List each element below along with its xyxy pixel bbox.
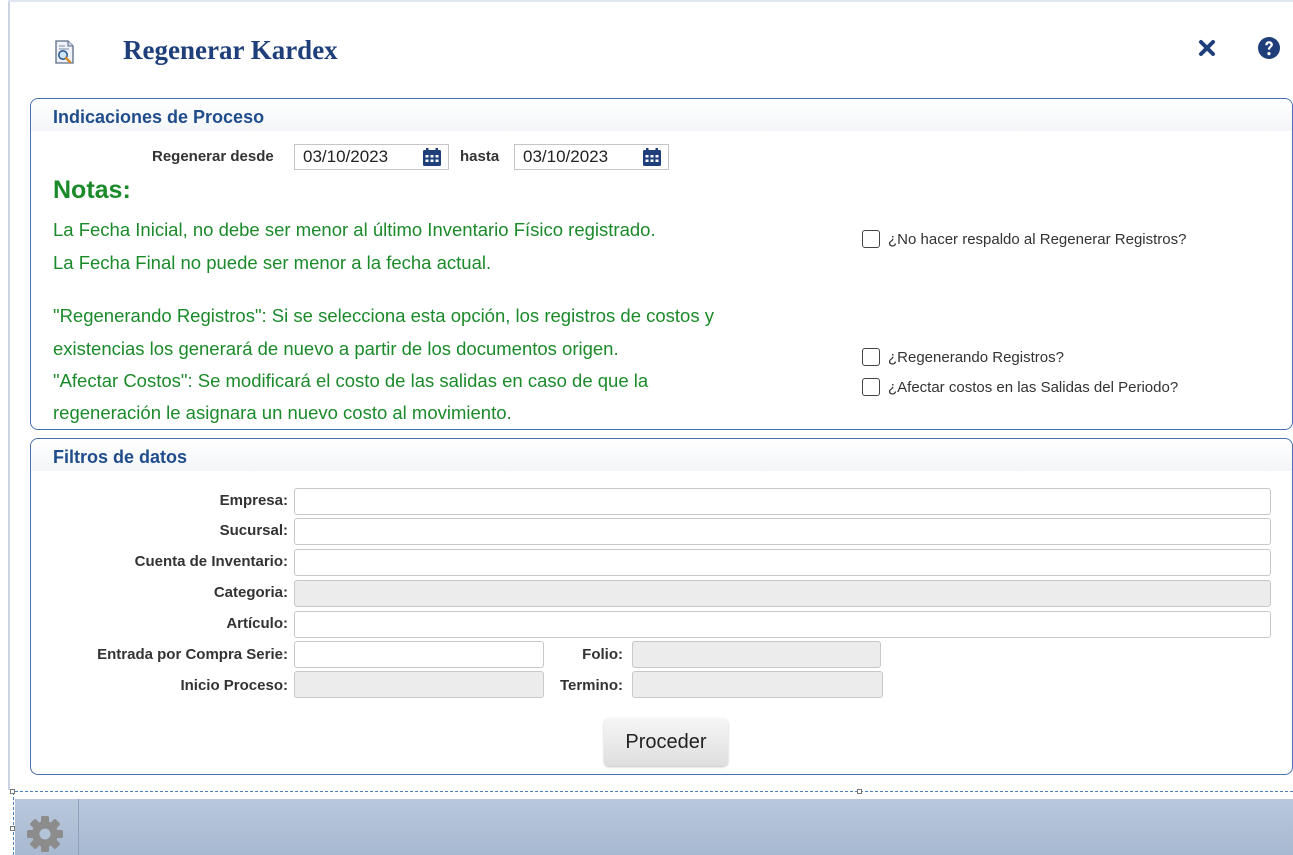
footer-divider bbox=[78, 799, 79, 855]
serie-label: Entrada por Compra Serie: bbox=[97, 646, 288, 663]
resize-handle[interactable] bbox=[857, 789, 862, 794]
note-line: regeneración le asignara un nuevo costo … bbox=[53, 402, 512, 423]
categoria-label: Categoria: bbox=[213, 584, 288, 601]
to-date-input[interactable] bbox=[523, 146, 633, 168]
cuenta-inventario-label: Cuenta de Inventario: bbox=[134, 553, 288, 570]
gear-icon[interactable] bbox=[25, 814, 65, 854]
empresa-field[interactable] bbox=[294, 488, 1271, 515]
option-affect-costs[interactable]: ¿Afectar costos en las Salidas del Perio… bbox=[862, 378, 1178, 396]
folio-input bbox=[633, 642, 880, 667]
calendar-icon[interactable] bbox=[422, 147, 442, 167]
sucursal-field[interactable] bbox=[294, 518, 1271, 545]
articulo-label: Artículo: bbox=[226, 615, 288, 632]
termino-field bbox=[632, 671, 883, 698]
selection-border bbox=[10, 791, 1293, 792]
serie-field[interactable] bbox=[294, 641, 544, 668]
affect-costs-label: ¿Afectar costos en las Salidas del Perio… bbox=[888, 378, 1179, 396]
termino-input bbox=[633, 672, 882, 697]
cuenta-inventario-field[interactable] bbox=[294, 549, 1271, 576]
empresa-input[interactable] bbox=[295, 489, 1270, 514]
calendar-icon[interactable] bbox=[642, 147, 662, 167]
no-backup-checkbox[interactable] bbox=[862, 230, 880, 248]
categoria-input bbox=[295, 581, 1270, 606]
note-line: La Fecha Inicial, no debe ser menor al ú… bbox=[53, 219, 656, 240]
help-icon[interactable] bbox=[1257, 36, 1281, 60]
categoria-field bbox=[294, 580, 1271, 607]
articulo-field[interactable] bbox=[294, 611, 1271, 638]
from-date-input[interactable] bbox=[303, 146, 413, 168]
regenerating-checkbox[interactable] bbox=[862, 348, 880, 366]
sucursal-input[interactable] bbox=[295, 519, 1270, 544]
inicio-proceso-field bbox=[294, 671, 544, 698]
footer-toolbar bbox=[15, 799, 1293, 855]
from-date-field[interactable] bbox=[294, 144, 449, 170]
note-line: La Fecha Final no puede ser menor a la f… bbox=[53, 252, 492, 273]
notes-heading: Notas: bbox=[53, 176, 131, 204]
no-backup-label: ¿No hacer respaldo al Regenerar Registro… bbox=[888, 230, 1187, 248]
report-search-icon bbox=[55, 40, 74, 64]
filters-panel-title: Filtros de datos bbox=[53, 447, 188, 467]
regenerating-label: ¿Regenerando Registros? bbox=[888, 348, 1064, 366]
sucursal-label: Sucursal: bbox=[219, 522, 288, 539]
option-regenerating[interactable]: ¿Regenerando Registros? bbox=[862, 348, 1064, 366]
inicio-proceso-label: Inicio Proceso: bbox=[180, 677, 288, 694]
inicio-proceso-input bbox=[295, 672, 543, 697]
note-line: "Afectar Costos": Se modificará el costo… bbox=[53, 370, 649, 391]
to-date-label: hasta bbox=[460, 148, 500, 165]
affect-costs-checkbox[interactable] bbox=[862, 378, 880, 396]
left-frame bbox=[0, 0, 10, 790]
selection-border-left bbox=[13, 792, 14, 855]
folio-label: Folio: bbox=[582, 646, 623, 663]
close-icon[interactable] bbox=[1197, 38, 1217, 58]
from-date-label: Regenerar desde bbox=[152, 148, 274, 165]
process-panel-title: Indicaciones de Proceso bbox=[53, 107, 265, 127]
window-title: Regenerar Kardex bbox=[123, 35, 338, 65]
resize-handle[interactable] bbox=[10, 789, 15, 794]
serie-input[interactable] bbox=[295, 642, 543, 667]
folio-field bbox=[632, 641, 881, 668]
articulo-input[interactable] bbox=[295, 612, 1270, 637]
cuenta-inventario-input[interactable] bbox=[295, 550, 1270, 575]
proceed-button[interactable]: Proceder bbox=[604, 718, 728, 766]
to-date-field[interactable] bbox=[514, 144, 669, 170]
termino-label: Termino: bbox=[559, 677, 623, 694]
note-line: existencias los generará de nuevo a part… bbox=[53, 338, 619, 359]
empresa-label: Empresa: bbox=[219, 492, 288, 509]
note-line: "Regenerando Registros": Si se seleccion… bbox=[53, 305, 714, 326]
option-no-backup[interactable]: ¿No hacer respaldo al Regenerar Registro… bbox=[862, 230, 1186, 248]
